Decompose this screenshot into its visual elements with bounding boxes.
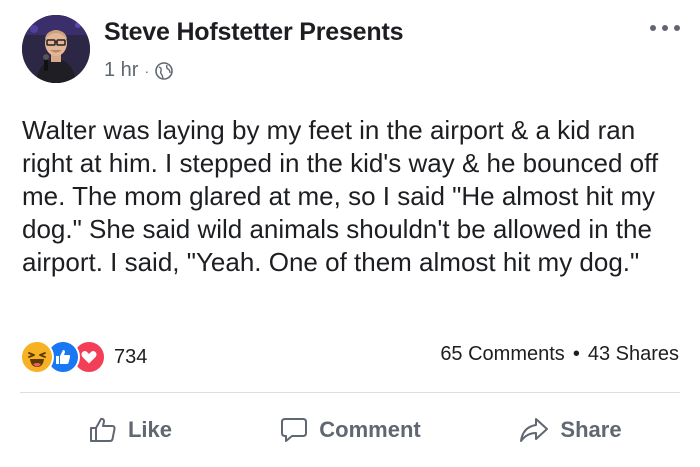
facebook-post: Steve Hofstetter Presents 1 hr · Walter … [0,0,700,467]
comment-icon [281,418,308,442]
author-avatar[interactable] [22,15,90,83]
action-bar: Like Comment Share [20,393,680,467]
like-button[interactable]: Like [20,415,240,445]
share-label: Share [560,417,622,442]
engagement-stats: 65 Comments • 43 Shares [440,343,679,366]
share-arrow-icon [520,418,549,442]
like-label: Like [127,417,173,442]
reaction-count[interactable]: 734 [114,346,147,369]
globe-icon[interactable] [155,61,173,80]
post-text: Walter was laying by my feet in the airp… [22,115,659,277]
thumbs-up-icon [89,417,116,442]
author-name[interactable]: Steve Hofstetter Presents [104,18,403,47]
shares-count[interactable]: 43 Shares [588,343,679,366]
comments-count[interactable]: 65 Comments [440,343,565,366]
post-meta: 1 hr · [104,59,173,82]
post-timestamp[interactable]: 1 hr [104,59,138,82]
reactions-summary[interactable]: 734 [20,340,147,374]
comment-label: Comment [319,417,421,442]
share-button[interactable]: Share [460,415,680,445]
comment-button[interactable]: Comment [240,415,460,445]
stats-separator: • [572,343,580,365]
meta-separator: · [144,62,150,79]
more-options-icon[interactable] [650,22,680,34]
haha-reaction-icon [20,340,54,374]
